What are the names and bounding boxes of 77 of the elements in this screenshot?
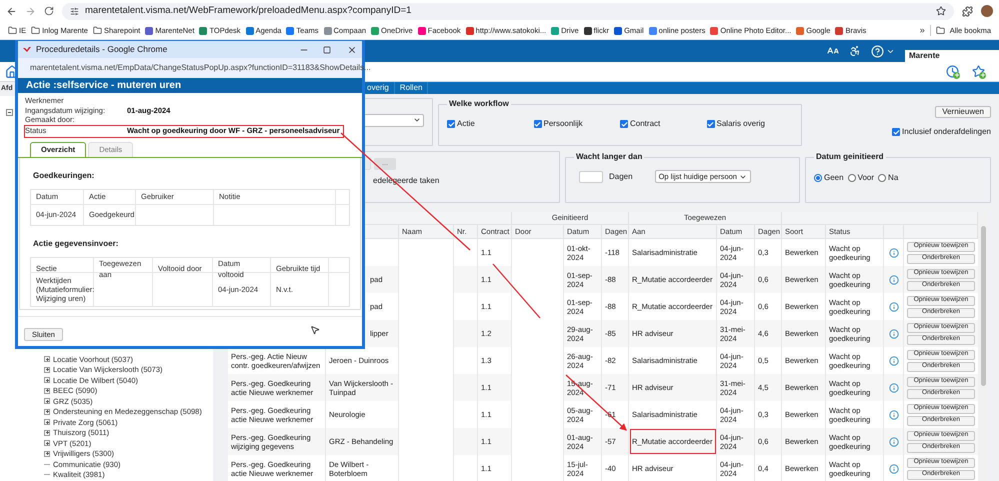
folder-icon	[936, 26, 945, 35]
more-bookmarks[interactable]: »	[920, 24, 925, 38]
checkbox-label: Inclusief onderafdelingen	[902, 126, 991, 138]
group-title: Datum geinitieerd	[815, 151, 885, 163]
folder-icon	[8, 26, 17, 35]
annotation-arrow	[566, 374, 627, 431]
site-icon	[286, 26, 294, 34]
star-icon[interactable]	[936, 6, 946, 16]
info-icon[interactable]	[888, 356, 898, 366]
accessibility-icon[interactable]	[849, 45, 861, 57]
pointer-icon	[310, 325, 320, 335]
radio-label: Voor	[858, 172, 874, 184]
checkbox[interactable]	[534, 120, 542, 128]
help-icon[interactable]	[871, 44, 884, 58]
address-bar[interactable]: marentetalent.visma.net/WebFramework/preloadedMenu.aspx?companyID=1	[62, 2, 954, 20]
close-icon[interactable]	[347, 44, 357, 54]
info-icon[interactable]	[888, 382, 898, 392]
refresh-button[interactable]: Vernieuwen	[935, 106, 991, 118]
folder-icon	[92, 26, 102, 35]
profile-avatar[interactable]	[981, 5, 993, 17]
checkbox[interactable]	[447, 120, 455, 128]
site-icon	[324, 26, 332, 34]
info-icon[interactable]	[888, 436, 898, 446]
site-icon	[371, 26, 380, 34]
chevron-down-icon	[413, 116, 421, 124]
back-icon[interactable]	[6, 6, 17, 16]
site-settings-icon[interactable]	[70, 6, 79, 16]
checkbox-label: Salaris overig	[716, 118, 765, 130]
clock-add-icon[interactable]	[946, 64, 960, 78]
checkbox-label: Actie	[457, 118, 475, 130]
checkbox[interactable]	[706, 120, 714, 128]
menu-item[interactable]: Rollen	[394, 82, 428, 94]
maximize-icon[interactable]	[323, 46, 331, 54]
info-icon[interactable]	[888, 302, 898, 312]
radio-button[interactable]	[814, 174, 822, 182]
extensions-icon[interactable]	[962, 6, 973, 16]
unit-label: Dagen	[609, 170, 633, 182]
radio-label: Geen	[824, 172, 844, 184]
logo-icon	[23, 46, 32, 53]
checkbox-label: Persoonlijk	[544, 118, 583, 130]
window-title: Proceduredetails - Google Chrome	[36, 43, 168, 56]
checkbox[interactable]	[620, 120, 628, 128]
site-icon	[246, 26, 254, 34]
site-icon	[551, 26, 560, 34]
days-input[interactable]	[579, 170, 603, 182]
radio-button[interactable]	[848, 174, 856, 182]
info-icon[interactable]	[888, 464, 898, 474]
radio-button[interactable]	[878, 174, 886, 182]
info-icon[interactable]	[888, 248, 898, 258]
site-icon	[199, 26, 208, 34]
group-title: Wacht langer dan	[575, 151, 644, 163]
site-icon	[145, 26, 154, 34]
group-title: Welke workflow	[448, 98, 510, 110]
select-field[interactable]	[362, 114, 424, 126]
info-icon[interactable]	[888, 410, 898, 420]
info-icon[interactable]	[888, 328, 898, 338]
info-icon[interactable]	[888, 274, 898, 284]
reload-icon[interactable]	[44, 6, 54, 16]
folder-icon	[31, 26, 40, 35]
url-text: marentetalent.visma.net/WebFramework/preloadedMenu.aspx?companyID=1	[85, 4, 412, 18]
collapse-icon[interactable]	[6, 109, 13, 116]
section-title: Goedkeuringen:	[32, 170, 96, 182]
checkbox[interactable]	[892, 128, 900, 136]
site-icon	[710, 26, 718, 34]
user-name[interactable]: Marente	[905, 50, 999, 62]
site-icon	[796, 26, 804, 34]
page-heading: Actie :selfservice - muteren uren	[26, 79, 182, 93]
star-add-icon[interactable]	[972, 64, 986, 78]
site-icon	[584, 26, 592, 34]
site-icon	[835, 26, 844, 34]
site-icon	[614, 26, 622, 34]
section-title: Actie gegevensinvoer:	[32, 238, 120, 250]
site-icon	[418, 26, 426, 34]
site-icon	[466, 26, 474, 34]
radio-label: Na	[888, 172, 898, 184]
site-icon	[648, 26, 657, 34]
checkbox-label: Contract	[630, 118, 660, 130]
